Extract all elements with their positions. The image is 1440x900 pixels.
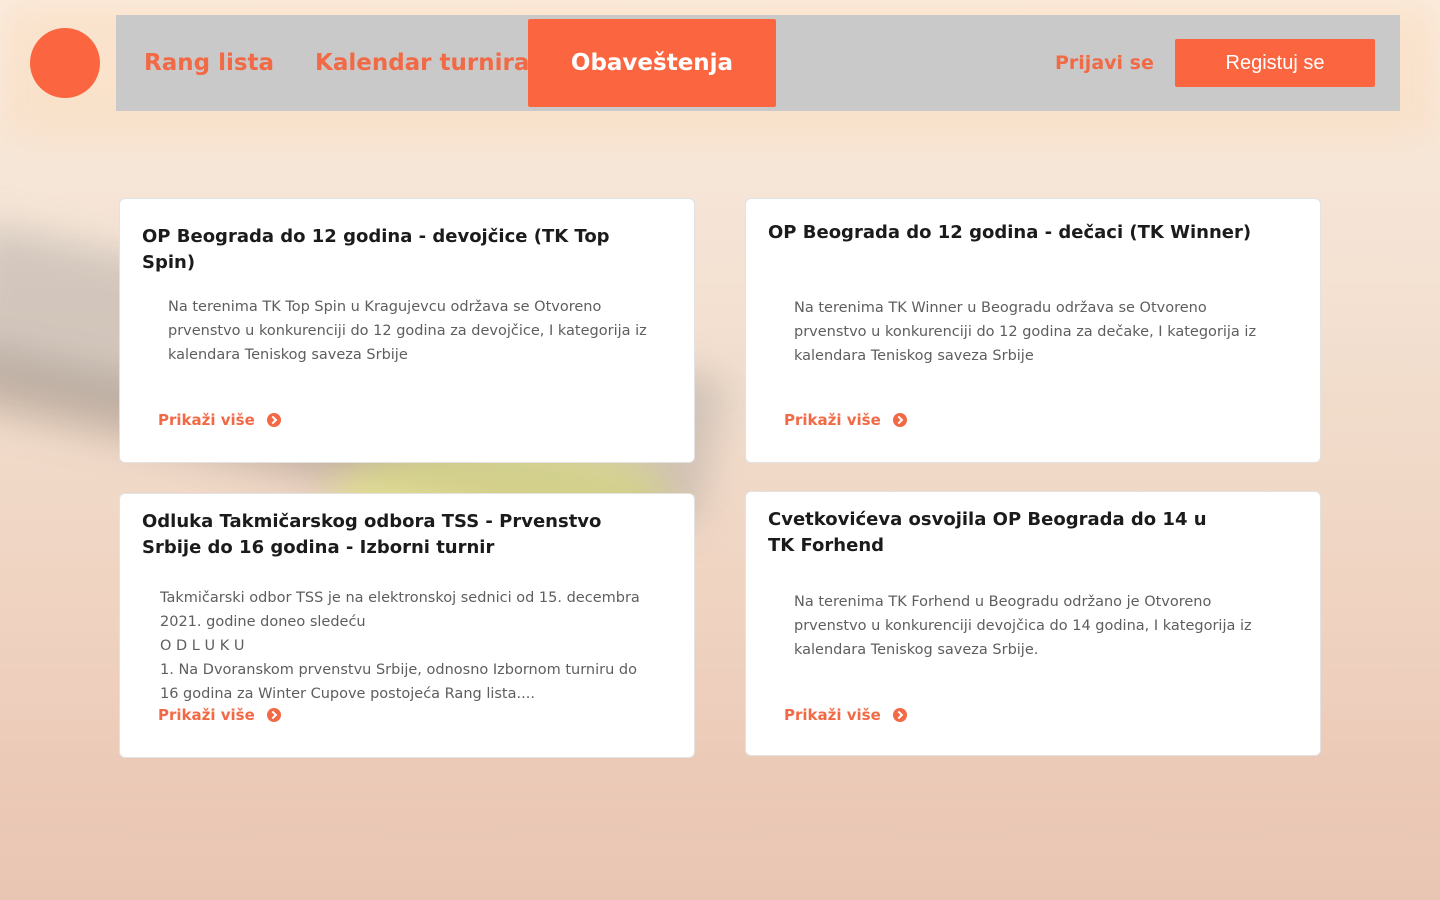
news-card-title: OP Beograda do 12 godina - devojčice (TK… [142,226,610,273]
nav-rang-lista[interactable]: Rang lista [144,15,274,111]
show-more-label: Prikaži više [784,411,881,429]
news-card-text: Takmičarski odbor TSS je na elektronskoj… [160,590,640,702]
chevron-circle-right-icon [266,708,281,722]
logo[interactable] [30,28,100,98]
news-card: OP Beograda do 12 godina - dečaci (TK Wi… [745,198,1321,463]
chevron-circle-right-icon [266,413,281,427]
news-card-text: Na terenima TK Winner u Beogradu održava… [794,300,1257,364]
chevron-circle-right-icon [892,708,907,722]
news-card-title: Odluka Takmičarskog odbora TSS - Prvenst… [142,511,602,558]
news-card-text: Na terenima TK Forhend u Beogradu održan… [794,594,1252,658]
news-card-title: OP Beograda do 12 godina - dečaci (TK Wi… [768,222,1252,243]
show-more-link[interactable]: Prikaži više [784,706,907,724]
news-card-title: Cvetkovićeva osvojila OP Beograda do 14 … [768,509,1207,556]
nav-obavestenja-active[interactable]: Obaveštenja [528,19,776,107]
show-more-label: Prikaži više [158,411,255,429]
show-more-label: Prikaži više [158,706,255,724]
news-card-text: Na terenima TK Top Spin u Kragujevcu odr… [168,299,647,363]
login-link[interactable]: Prijavi se [1055,15,1154,111]
chevron-circle-right-icon [892,413,907,427]
main-navbar: Rang lista Kalendar turnira Obaveštenja … [116,15,1400,111]
show-more-label: Prikaži više [784,706,881,724]
show-more-link[interactable]: Prikaži više [158,411,281,429]
show-more-link[interactable]: Prikaži više [158,706,281,724]
news-card: OP Beograda do 12 godina - devojčice (TK… [119,198,695,463]
show-more-link[interactable]: Prikaži više [784,411,907,429]
register-button[interactable]: Registuj se [1175,39,1375,87]
news-card: Odluka Takmičarskog odbora TSS - Prvenst… [119,493,695,758]
news-card: Cvetkovićeva osvojila OP Beograda do 14 … [745,491,1321,756]
nav-kalendar-turnira[interactable]: Kalendar turnira [315,15,529,111]
